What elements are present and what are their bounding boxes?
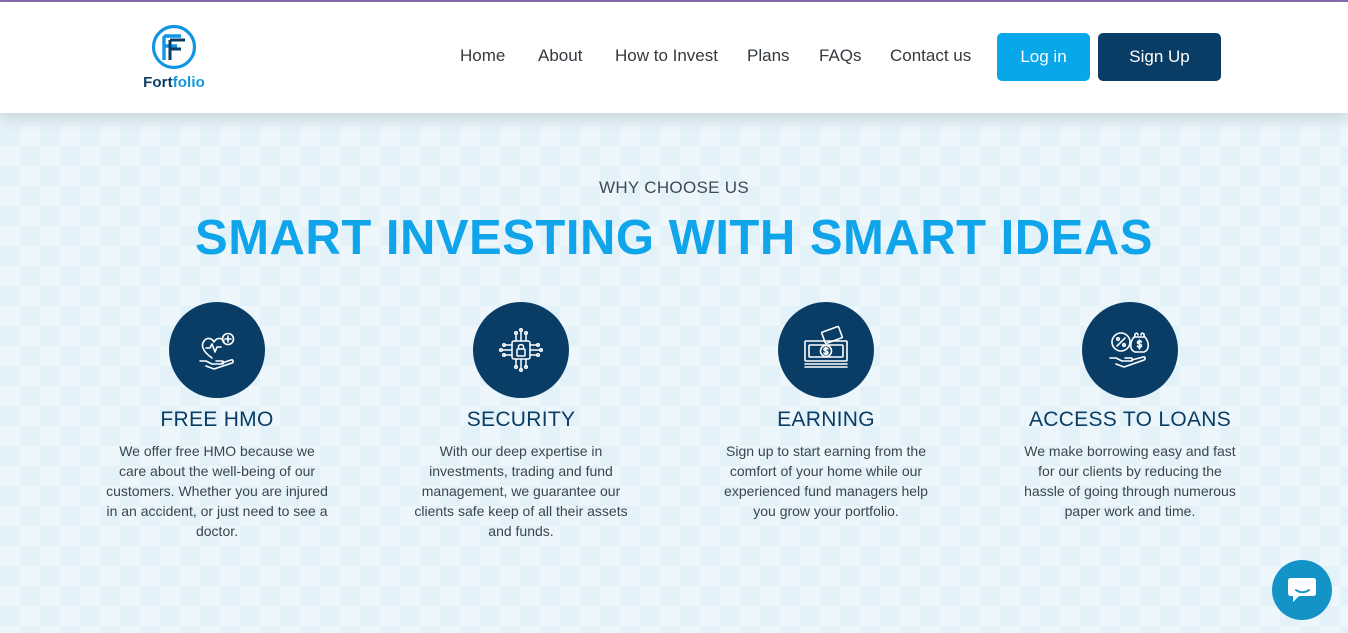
- feature-card-hmo: FREE HMO We offer free HMO because we ca…: [97, 302, 337, 541]
- feature-card-loans: ACCESS TO LOANS We make borrowing easy a…: [1010, 302, 1250, 521]
- cash-money-icon: [804, 325, 848, 368]
- brand-logo[interactable]: Fortfolio: [142, 24, 206, 94]
- section-headline: SMART INVESTING WITH SMART IDEAS: [195, 211, 1153, 265]
- login-button[interactable]: Log in: [997, 33, 1090, 81]
- logo-wordmark: Fortfolio: [142, 74, 206, 91]
- nav-plans[interactable]: Plans: [747, 46, 790, 66]
- logo-text-part1: Fort: [143, 74, 173, 91]
- chat-bubble-icon: [1288, 578, 1316, 602]
- logo-icon: [151, 24, 197, 70]
- feature-title: SECURITY: [466, 408, 576, 431]
- nav-how-to-invest[interactable]: How to Invest: [615, 46, 718, 66]
- feature-icon-circle: [778, 302, 874, 398]
- logo-text-part2: folio: [172, 74, 205, 91]
- nav-contact-us[interactable]: Contact us: [890, 46, 971, 66]
- feature-description: We make borrowing easy and fast for our …: [1024, 443, 1236, 519]
- navbar: Fortfolio Home About How to Invest Plans…: [0, 2, 1348, 113]
- nav-faqs[interactable]: FAQs: [819, 46, 862, 66]
- signup-button[interactable]: Sign Up: [1098, 33, 1221, 81]
- nav-about[interactable]: About: [538, 46, 582, 66]
- feature-card-earning: EARNING Sign up to start earning from th…: [706, 302, 946, 521]
- feature-icon-circle: [473, 302, 569, 398]
- nav-home[interactable]: Home: [460, 46, 505, 66]
- security-chip-icon: [498, 327, 544, 373]
- feature-description: Sign up to start earning from the comfor…: [724, 443, 928, 519]
- feature-description: With our deep expertise in investments, …: [414, 443, 628, 539]
- feature-description: We offer free HMO because we care about …: [106, 443, 328, 539]
- feature-icon-circle: [1082, 302, 1178, 398]
- health-hand-icon: [199, 332, 235, 370]
- why-choose-us-section: WHY CHOOSE US SMART INVESTING WITH SMART…: [0, 126, 1348, 633]
- section-eyebrow: WHY CHOOSE US: [599, 178, 749, 197]
- feature-icon-circle: [169, 302, 265, 398]
- chat-widget-button[interactable]: [1272, 560, 1332, 620]
- feature-title: FREE HMO: [160, 408, 274, 431]
- feature-title: ACCESS TO LOANS: [1028, 408, 1232, 431]
- feature-title: EARNING: [777, 408, 875, 431]
- loan-hand-icon: [1109, 332, 1150, 368]
- feature-card-security: SECURITY With our deep expertise in inve…: [401, 302, 641, 541]
